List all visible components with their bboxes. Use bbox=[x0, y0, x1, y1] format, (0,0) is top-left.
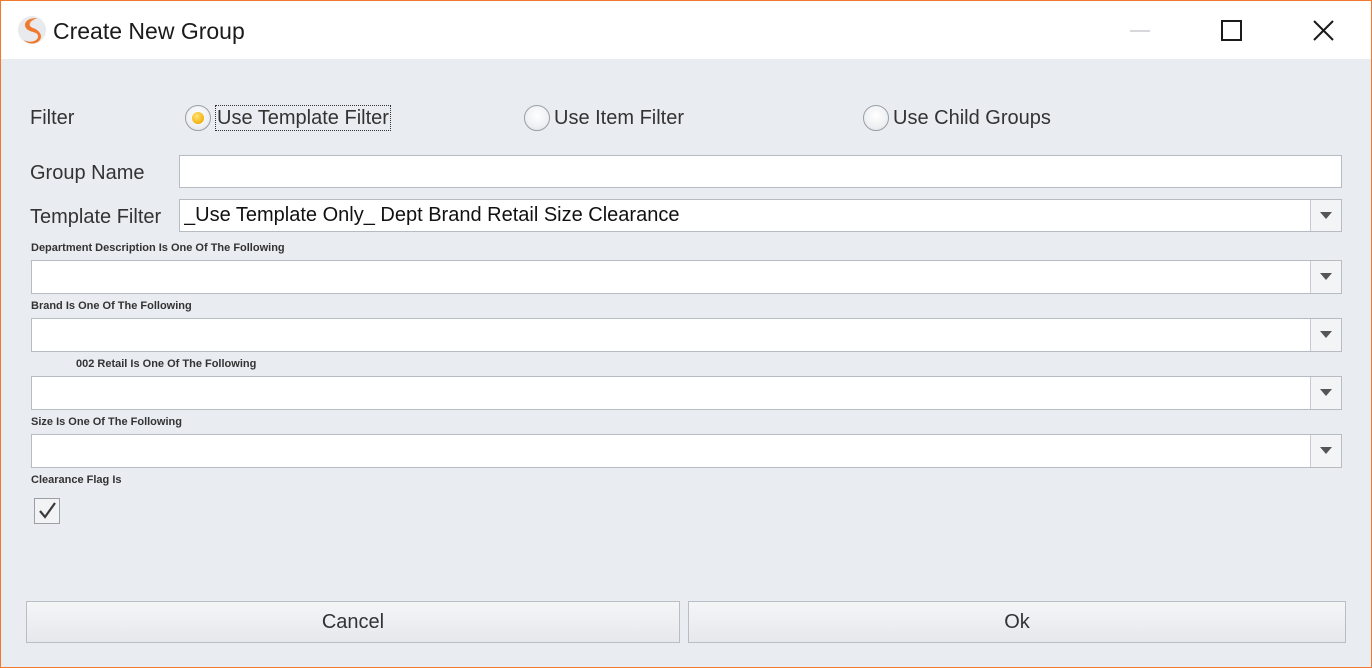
dropdown-arrow-icon[interactable] bbox=[1310, 200, 1341, 231]
size-dropdown[interactable] bbox=[31, 434, 1342, 468]
window-title: Create New Group bbox=[53, 18, 245, 44]
radio-label: Use Template Filter bbox=[215, 105, 391, 131]
maximize-button[interactable] bbox=[1213, 13, 1249, 49]
dialog-window: Create New Group Filter Use Template Fil… bbox=[0, 0, 1372, 668]
department-criteria-label: Department Description Is One Of The Fol… bbox=[31, 242, 285, 254]
minimize-icon bbox=[1130, 30, 1150, 32]
clearance-flag-label: Clearance Flag Is bbox=[31, 474, 122, 486]
minimize-button[interactable] bbox=[1122, 13, 1158, 49]
radio-use-item-filter[interactable]: Use Item Filter bbox=[524, 104, 704, 132]
close-button[interactable] bbox=[1305, 13, 1341, 49]
dropdown-arrow-icon[interactable] bbox=[1310, 435, 1341, 467]
dropdown-arrow-icon[interactable] bbox=[1310, 261, 1341, 293]
cancel-button[interactable]: Cancel bbox=[26, 601, 680, 643]
radio-label: Use Child Groups bbox=[893, 107, 1051, 129]
group-name-input[interactable] bbox=[179, 155, 1342, 188]
radio-use-template-filter[interactable]: Use Template Filter bbox=[185, 104, 405, 132]
title-bar: Create New Group bbox=[1, 1, 1371, 59]
maximize-icon bbox=[1221, 20, 1242, 41]
clearance-flag-checkbox[interactable] bbox=[34, 498, 60, 524]
size-criteria-label: Size Is One Of The Following bbox=[31, 416, 182, 428]
dropdown-arrow-icon[interactable] bbox=[1310, 377, 1341, 409]
radio-selected-icon bbox=[185, 105, 211, 131]
dropdown-arrow-icon[interactable] bbox=[1310, 319, 1341, 351]
radio-use-child-groups[interactable]: Use Child Groups bbox=[863, 104, 1063, 132]
ok-button[interactable]: Ok bbox=[688, 601, 1346, 643]
brand-dropdown[interactable] bbox=[31, 318, 1342, 352]
radio-unselected-icon bbox=[524, 105, 550, 131]
checkmark-icon bbox=[39, 502, 56, 519]
retail-criteria-label: 002 Retail Is One Of The Following bbox=[76, 358, 257, 370]
filter-label: Filter bbox=[30, 107, 75, 129]
close-icon bbox=[1313, 20, 1334, 41]
template-filter-label: Template Filter bbox=[30, 206, 162, 228]
radio-unselected-icon bbox=[863, 105, 889, 131]
retail-dropdown[interactable] bbox=[31, 376, 1342, 410]
radio-label: Use Item Filter bbox=[554, 107, 685, 129]
group-name-label: Group Name bbox=[30, 162, 145, 184]
app-logo-icon bbox=[18, 16, 46, 44]
brand-criteria-label: Brand Is One Of The Following bbox=[31, 300, 192, 312]
department-dropdown[interactable] bbox=[31, 260, 1342, 294]
template-filter-dropdown[interactable]: _Use Template Only_ Dept Brand Retail Si… bbox=[179, 199, 1342, 232]
template-filter-value: _Use Template Only_ Dept Brand Retail Si… bbox=[184, 204, 680, 226]
